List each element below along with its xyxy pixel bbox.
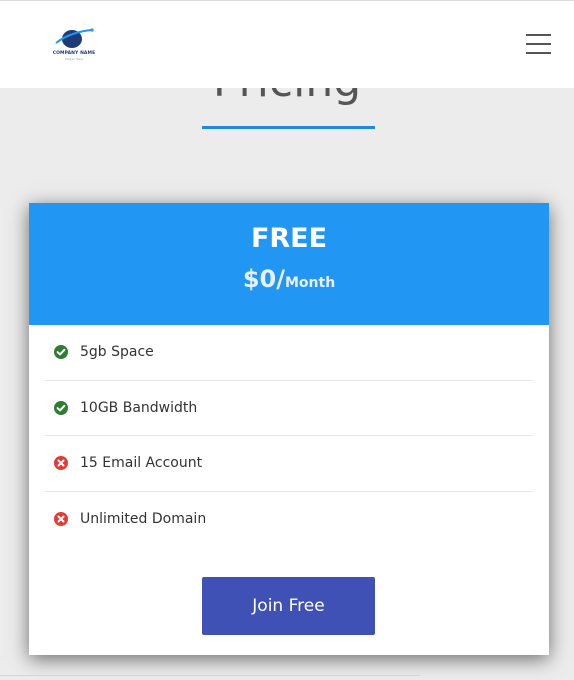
logo-name: COMPANY NAME	[52, 51, 96, 56]
check-circle-icon	[54, 400, 68, 415]
footer-divider	[0, 675, 420, 676]
globe-logo-icon	[55, 28, 94, 48]
feature-label: 15 Email Account	[80, 455, 203, 472]
plan-name: FREE	[250, 223, 328, 254]
check-circle-icon	[54, 345, 68, 360]
feature-item: 15 Email Account	[45, 436, 533, 492]
navbar: COMPANY NAME Slogan Here	[0, 0, 574, 88]
title-underline	[202, 126, 375, 129]
plan-price: $0/Month	[29, 264, 549, 298]
price-amount: $0/	[242, 265, 285, 293]
feature-label: Unlimited Domain	[80, 511, 207, 528]
card-header: FREE $0/Month	[29, 203, 549, 325]
feature-item: Unlimited Domain	[45, 492, 533, 548]
hamburger-menu-icon[interactable]	[526, 34, 551, 54]
feature-item: 10GB Bandwidth	[45, 381, 533, 436]
x-circle-icon	[54, 512, 68, 527]
join-free-button[interactable]: Join Free	[202, 577, 375, 635]
feature-label: 5gb Space	[80, 344, 154, 361]
price-period: Month	[284, 275, 336, 291]
pricing-card: FREE $0/Month 5gb Space 10GB Bandwidth 1…	[29, 203, 549, 655]
feature-label: 10GB Bandwidth	[80, 399, 198, 416]
company-logo[interactable]: COMPANY NAME Slogan Here	[50, 27, 100, 61]
feature-item: 5gb Space	[45, 325, 533, 381]
x-circle-icon	[54, 456, 68, 471]
feature-list: 5gb Space 10GB Bandwidth 15 Email Accoun…	[45, 325, 533, 547]
logo-tagline: Slogan Here	[64, 57, 84, 61]
